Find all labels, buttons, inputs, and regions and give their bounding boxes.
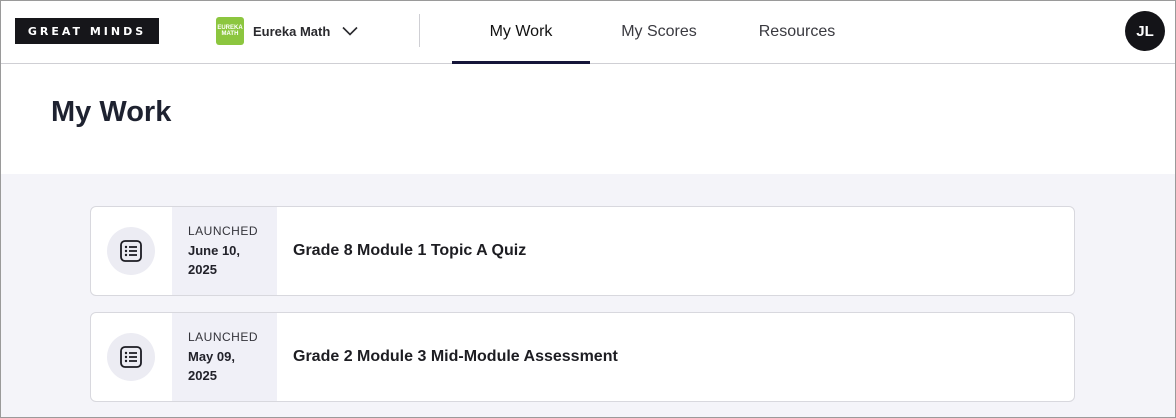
chevron-down-icon (342, 26, 358, 36)
assignment-title: Grade 2 Module 3 Mid-Module Assessment (293, 348, 618, 365)
launch-date-year: 2025 (188, 262, 217, 277)
list-icon (107, 227, 155, 275)
list-icon (107, 333, 155, 381)
eureka-math-badge-icon: EUREKA MATH (216, 17, 244, 45)
launch-date-day: June 10, (188, 243, 241, 258)
assignment-title: Grade 8 Module 1 Topic A Quiz (293, 242, 527, 259)
assignment-list: LAUNCHED June 10, 2025 Grade 8 Module 1 … (0, 174, 1176, 418)
page-title: My Work (51, 96, 172, 128)
tab-my-scores[interactable]: My Scores (600, 0, 718, 64)
launch-date: June 10, 2025 (188, 241, 277, 279)
status-label: LAUNCHED (188, 224, 259, 238)
nav-divider (419, 14, 420, 47)
product-switcher[interactable]: EUREKA MATH Eureka Math (216, 17, 358, 45)
launch-date-year: 2025 (188, 368, 217, 383)
launch-date-panel: LAUNCHED May 09, 2025 (172, 313, 277, 401)
tab-label: My Work (489, 23, 553, 40)
tab-label: My Scores (621, 23, 697, 40)
logo-text: GREAT MINDS (27, 24, 147, 38)
assignment-card[interactable]: LAUNCHED May 09, 2025 Grade 2 Module 3 M… (90, 312, 1075, 402)
launch-date-day: May 09, (188, 349, 235, 364)
top-nav-bar: GREAT MINDS EUREKA MATH Eureka Math My W… (0, 0, 1176, 65)
tab-resources[interactable]: Resources (740, 0, 854, 64)
product-name: Eureka Math (253, 23, 331, 39)
badge-line-2: MATH (221, 31, 239, 37)
assignment-card[interactable]: LAUNCHED June 10, 2025 Grade 8 Module 1 … (90, 206, 1075, 296)
user-avatar[interactable]: JL (1125, 11, 1165, 51)
launch-date-panel: LAUNCHED June 10, 2025 (172, 207, 277, 295)
avatar-initials: JL (1136, 22, 1154, 40)
great-minds-logo[interactable]: GREAT MINDS (15, 18, 159, 44)
tab-label: Resources (758, 23, 836, 40)
status-label: LAUNCHED (188, 330, 259, 344)
launch-date: May 09, 2025 (188, 347, 277, 385)
page-header: My Work (0, 64, 1176, 174)
tab-my-work[interactable]: My Work (452, 0, 590, 65)
